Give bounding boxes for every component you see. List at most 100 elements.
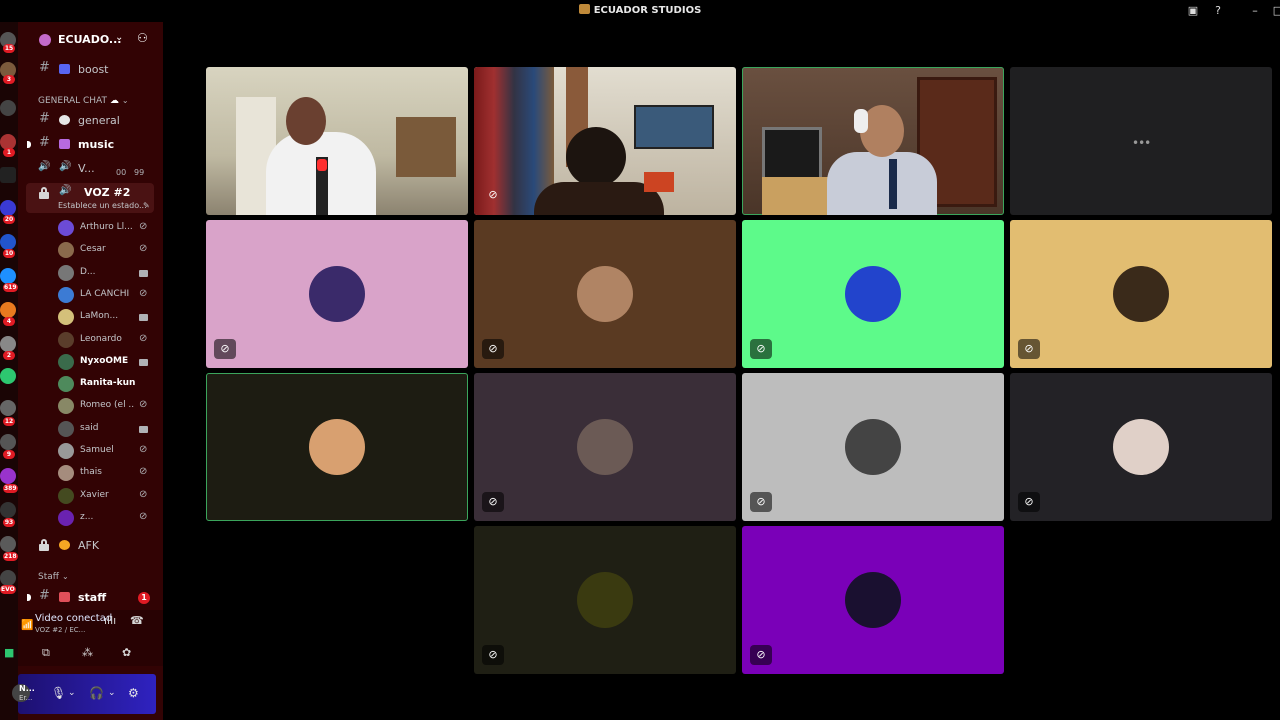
participant-tile[interactable]: ⊘ — [474, 526, 736, 674]
voice-member[interactable]: Ranita-kun — [18, 374, 163, 394]
server-icon[interactable] — [0, 167, 16, 183]
voice-member[interactable]: Samuel ⊘ — [18, 441, 163, 461]
server-icon[interactable] — [0, 302, 16, 318]
unread-indicator — [27, 594, 31, 601]
mic-muted-icon: ⊘ — [139, 488, 148, 500]
participant-video-tile[interactable]: ⊘ — [474, 67, 736, 215]
participant-tile[interactable]: ⊘ — [1010, 220, 1272, 368]
member-name: Samuel — [80, 445, 114, 455]
edit-pencil-icon[interactable]: ✎ — [143, 201, 150, 210]
participant-tile[interactable] — [206, 373, 468, 521]
voice-member[interactable]: NyxoOME — [18, 352, 163, 372]
camera-icon[interactable]: ■ — [4, 646, 14, 659]
participant-tile[interactable]: ⊘ — [474, 373, 736, 521]
server-icon[interactable] — [0, 536, 16, 552]
voice-member[interactable]: z... ⊘ — [18, 508, 163, 528]
noise-suppression-icon[interactable]: ıllı — [104, 614, 116, 627]
voice-member[interactable]: LaMon... — [18, 307, 163, 327]
server-name: ECUADO... — [58, 33, 122, 46]
channel-music[interactable]: # music — [18, 134, 163, 154]
channel-afk[interactable]: AFK — [18, 535, 163, 555]
chevron-down-icon[interactable]: ⌄ — [108, 688, 116, 698]
participant-tile[interactable]: ⊘ — [1010, 373, 1272, 521]
red-box — [644, 172, 674, 192]
participant-tile[interactable]: ⊘ — [206, 220, 468, 368]
voice-status-text[interactable]: Establece un estado... — [58, 201, 147, 210]
voice-member[interactable]: D... — [18, 263, 163, 283]
activities-icon[interactable]: ⁂ — [82, 646, 93, 659]
camera-icon — [139, 425, 148, 433]
invite-people-icon[interactable]: ⚇ — [137, 31, 148, 45]
gear-icon[interactable]: ⚙ — [128, 686, 139, 700]
loading-dots-icon: ••• — [1132, 136, 1151, 150]
participant-tile[interactable]: ••• — [1010, 67, 1272, 215]
voice-member[interactable]: LA CANCHI ⊘ — [18, 285, 163, 305]
server-icon[interactable] — [0, 200, 16, 216]
voice-member[interactable]: Romeo (el ... ⊘ — [18, 396, 163, 416]
voice-member[interactable]: Leonardo ⊘ — [18, 330, 163, 350]
mic-muted-icon: ⊘ — [1018, 339, 1040, 359]
speaker-icon: 🔊 — [59, 185, 72, 196]
participant-video-tile[interactable] — [206, 67, 468, 215]
disconnect-icon[interactable]: ☎ — [130, 614, 144, 627]
category-general-chat[interactable]: GENERAL CHAT ☁ ⌄ — [38, 96, 129, 106]
microphone-icon[interactable]: 🎙 — [51, 686, 66, 700]
server-icon[interactable] — [0, 100, 16, 116]
avatar — [58, 443, 74, 459]
text-channel-icon: # — [39, 135, 50, 150]
inbox-icon[interactable]: ▣ — [1185, 3, 1201, 19]
connection-signal-icon[interactable]: 📶 — [21, 620, 33, 631]
participant-video-tile[interactable] — [742, 67, 1004, 215]
server-logo-icon — [578, 4, 590, 14]
participant-tile[interactable]: ⊘ — [474, 220, 736, 368]
mic-muted-icon: ⊘ — [139, 243, 148, 255]
avatar — [845, 266, 901, 322]
server-icon[interactable] — [0, 336, 16, 352]
category-staff[interactable]: Staff ⌄ — [38, 572, 69, 582]
headphones-icon[interactable]: 🎧 — [89, 686, 104, 700]
channel-general[interactable]: # general — [18, 110, 163, 130]
chevron-down-icon[interactable]: ⌄ — [68, 688, 76, 698]
server-icon[interactable] — [0, 400, 16, 416]
avatar — [58, 398, 74, 415]
server-icon[interactable] — [0, 234, 16, 250]
participant-tile[interactable]: ⊘ — [742, 526, 1004, 674]
mention-badge: 15 — [3, 44, 15, 53]
camera-icon — [139, 358, 148, 366]
soundboard-icon[interactable]: ✿ — [122, 646, 131, 659]
help-icon[interactable]: ? — [1210, 3, 1226, 19]
avatar — [1113, 266, 1169, 322]
channel-boost[interactable]: # boost — [18, 59, 163, 79]
minimize-button[interactable]: – — [1247, 3, 1263, 19]
member-name: LaMon... — [80, 311, 119, 322]
screen-share-icon[interactable]: ⧉ — [42, 646, 50, 660]
voice-member[interactable]: Xavier ⊘ — [18, 486, 163, 506]
text-channel-icon: # — [39, 111, 50, 126]
participant-tile[interactable]: ⊘ — [742, 220, 1004, 368]
voice-connected-channel[interactable]: VOZ #2 / EC... — [35, 626, 85, 634]
server-icon[interactable] — [0, 368, 16, 384]
server-icon[interactable] — [0, 468, 16, 484]
participant-tile[interactable]: ⊘ — [742, 373, 1004, 521]
voice-member[interactable]: thais ⊘ — [18, 463, 163, 483]
maximize-button[interactable]: □ — [1270, 3, 1280, 19]
voice-member[interactable]: Arthuro Ll... ⊘ — [18, 218, 163, 238]
member-name: Arthuro Ll... — [80, 222, 133, 232]
voice-member[interactable]: said — [18, 419, 163, 439]
server-header[interactable]: ECUADO... ⌄ ⚇ — [18, 28, 163, 52]
server-icon[interactable] — [0, 570, 16, 586]
text-channel-icon: # — [39, 588, 50, 603]
mic-muted-icon: ⊘ — [139, 332, 148, 344]
server-icon[interactable] — [0, 502, 16, 518]
member-name: Cesar — [80, 244, 106, 255]
mention-badge: 20 — [3, 215, 15, 224]
avatar — [58, 220, 74, 236]
server-icon[interactable] — [0, 434, 16, 450]
mention-badge: 12 — [3, 417, 15, 426]
user-name[interactable]: N... — [19, 684, 35, 693]
shelf — [396, 117, 456, 177]
voice-member[interactable]: Cesar ⊘ — [18, 240, 163, 260]
server-icon[interactable] — [0, 268, 16, 284]
avatar — [1113, 419, 1169, 475]
mic-muted-icon: ⊘ — [139, 510, 148, 522]
